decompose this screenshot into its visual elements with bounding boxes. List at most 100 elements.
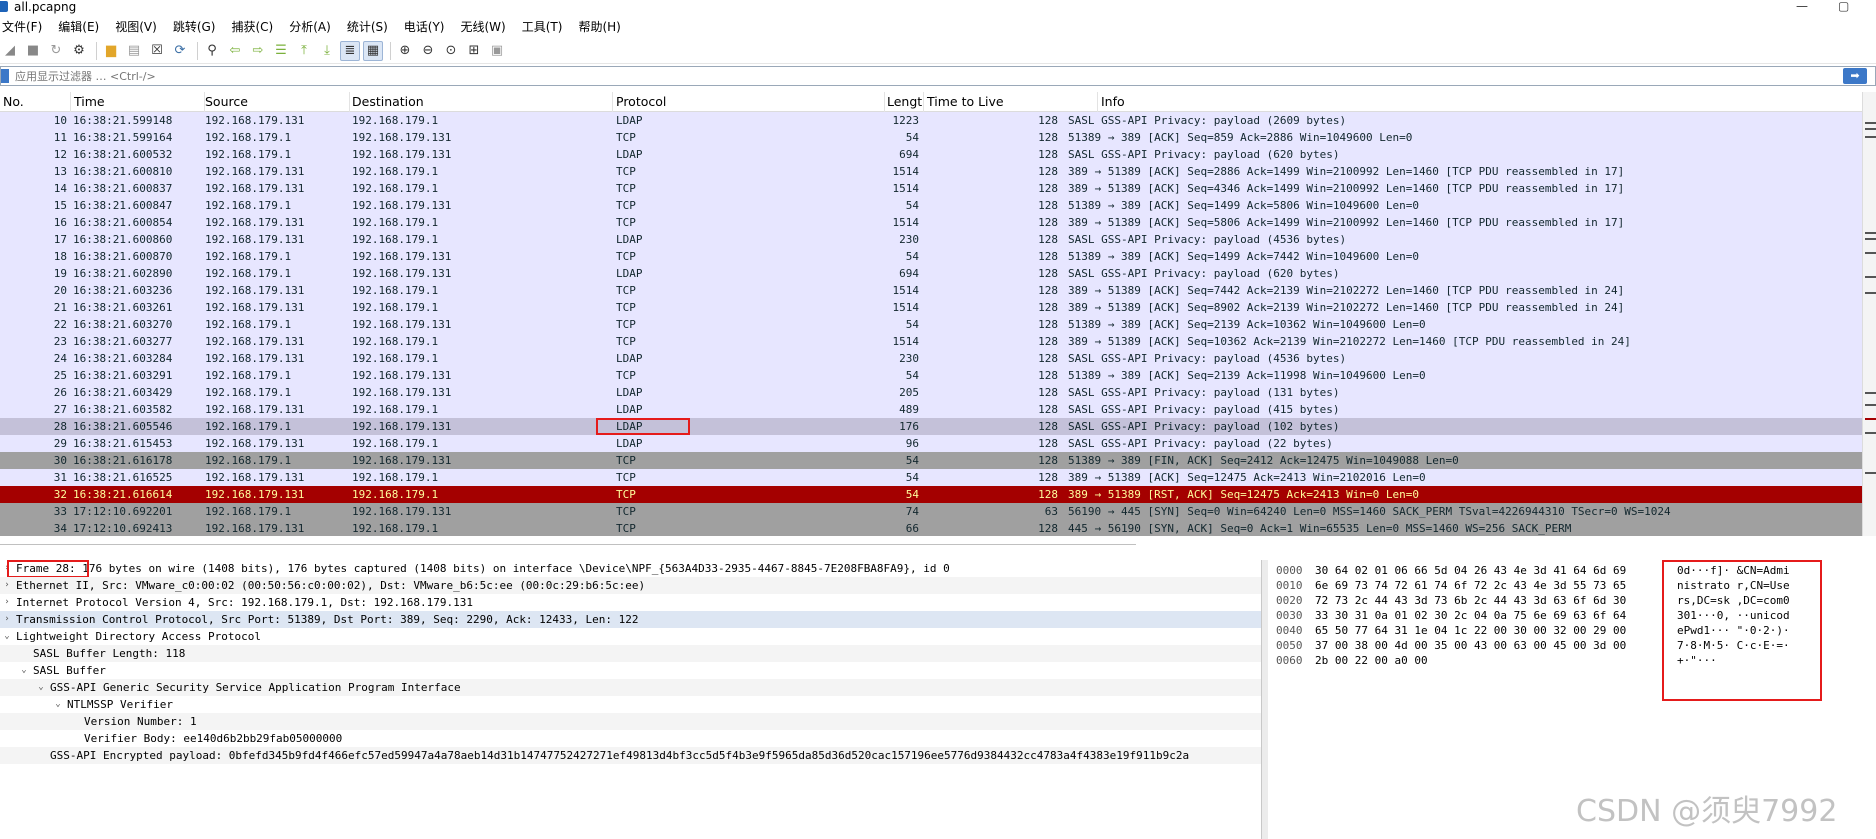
packet-row[interactable]: 30 16:38:21.616178 192.168.179.1 192.168.17… (0, 452, 1862, 469)
restart-capture-icon[interactable]: ↻ (46, 41, 66, 61)
apply-filter-button[interactable]: ➡ (1843, 68, 1867, 84)
menu-help[interactable]: 帮助(H) (578, 17, 628, 37)
menu-analyze[interactable]: 分析(A) (289, 17, 339, 37)
collapse-arrow-icon[interactable]: › (2, 594, 12, 611)
packet-row[interactable]: 26 16:38:21.603429 192.168.179.1 192.168.17… (0, 384, 1862, 401)
hex-dump-row[interactable]: 0060 2b 00 22 00 a0 00 +·"··· (1268, 653, 1876, 668)
save-file-icon[interactable]: ▤ (124, 41, 144, 61)
menu-telephony[interactable]: 电话(Y) (404, 17, 453, 37)
packet-row[interactable]: 15 16:38:21.600847 192.168.179.1 192.168.17… (0, 197, 1862, 214)
column-header-destination[interactable]: Destination (349, 92, 613, 112)
menu-file[interactable]: 文件(F) (2, 17, 50, 37)
column-header-no[interactable]: No. (0, 92, 71, 112)
autoscroll-icon[interactable]: ≣ (340, 40, 360, 61)
hex-dump-row[interactable]: 0000 30 64 02 01 06 66 5d 04 26 43 4e 3d … (1268, 563, 1876, 578)
packet-row[interactable]: 31 16:38:21.616525 192.168.179.131 192.168.… (0, 469, 1862, 486)
collapse-arrow-icon[interactable]: › (2, 577, 12, 594)
detail-tree-item[interactable]: ⌄ GSS-API Generic Security Service Applic… (0, 679, 1261, 696)
detail-tree-item[interactable]: ⌄ NTLMSSP Verifier (0, 696, 1261, 713)
packet-row[interactable]: 21 16:38:21.603261 192.168.179.131 192.168.… (0, 299, 1862, 316)
menu-edit[interactable]: 编辑(E) (58, 17, 107, 37)
column-header-source[interactable]: Source (202, 92, 350, 112)
detail-tree-item[interactable]: Verifier Body: ee140d6b2bb29fab05000000 (0, 730, 1261, 747)
menu-go[interactable]: 跳转(G) (173, 17, 224, 37)
zoom-normal-icon[interactable]: ⊙ (441, 41, 461, 61)
title-bar: all.pcapng — ▢ (0, 0, 1876, 16)
hex-dump-row[interactable]: 0020 72 73 2c 44 43 3d 73 6b 2c 44 43 3d … (1268, 593, 1876, 608)
capture-options-icon[interactable]: ⚙ (69, 41, 89, 61)
detail-tree-item[interactable]: GSS-API Encrypted payload: 0bfefd345b9fd… (0, 747, 1261, 764)
expand-arrow-icon[interactable]: ⌄ (19, 662, 29, 679)
packet-row[interactable]: 14 16:38:21.600837 192.168.179.131 192.168.… (0, 180, 1862, 197)
packet-row[interactable]: 27 16:38:21.603582 192.168.179.131 192.168.… (0, 401, 1862, 418)
packet-row[interactable]: 11 16:38:21.599164 192.168.179.1 192.168.17… (0, 129, 1862, 146)
packet-row[interactable]: 32 16:38:21.616614 192.168.179.131 192.168.… (0, 486, 1862, 503)
collapse-arrow-icon[interactable]: › (2, 611, 12, 628)
packet-list-scrollbar[interactable] (1862, 92, 1876, 536)
zoom-in-icon[interactable]: ⊕ (395, 41, 415, 61)
packet-row[interactable]: 33 17:12:10.692201 192.168.179.1 192.168.17… (0, 503, 1862, 520)
last-packet-icon[interactable]: ⤓ (317, 41, 337, 61)
first-packet-icon[interactable]: ⤒ (294, 41, 314, 61)
expand-arrow-icon[interactable]: ⌄ (2, 628, 12, 645)
packet-row[interactable]: 34 17:12:10.692413 192.168.179.131 192.168.… (0, 520, 1862, 536)
hex-dump-row[interactable]: 0030 33 30 31 0a 01 02 30 2c 04 0a 75 6e … (1268, 608, 1876, 623)
detail-tree-item[interactable]: › Ethernet II, Src: VMware_c0:00:02 (00:5… (0, 577, 1261, 594)
hex-dump-row[interactable]: 0040 65 50 77 64 31 1e 04 1c 22 00 30 00 … (1268, 623, 1876, 638)
menu-tools[interactable]: 工具(T) (522, 17, 571, 37)
packet-row[interactable]: 12 16:38:21.600532 192.168.179.1 192.168.17… (0, 146, 1862, 163)
packet-row[interactable]: 22 16:38:21.603270 192.168.179.1 192.168.17… (0, 316, 1862, 333)
column-header-info[interactable]: Info (1098, 92, 1862, 112)
colorize-icon[interactable]: ▦ (363, 40, 383, 61)
packet-row[interactable]: 13 16:38:21.600810 192.168.179.131 192.168.… (0, 163, 1862, 180)
detail-tree-item[interactable]: › Transmission Control Protocol, Src Port… (0, 611, 1261, 628)
packet-row[interactable]: 29 16:38:21.615453 192.168.179.131 192.168.… (0, 435, 1862, 452)
column-header-protocol[interactable]: Protocol (613, 92, 885, 112)
packet-row[interactable]: 28 16:38:21.605546 192.168.179.1 192.168.17… (0, 418, 1862, 435)
packet-row[interactable]: 10 16:38:21.599148 192.168.179.131 192.168.… (0, 112, 1862, 129)
display-filter-input[interactable] (15, 68, 1815, 84)
column-header-length[interactable]: Lengt (884, 92, 924, 112)
packet-row[interactable]: 20 16:38:21.603236 192.168.179.131 192.168.… (0, 282, 1862, 299)
reload-file-icon[interactable]: ⟳ (170, 41, 190, 61)
detail-tree-item[interactable]: ⌄ SASL Buffer (0, 662, 1261, 679)
packet-row[interactable]: 19 16:38:21.602890 192.168.179.1 192.168.17… (0, 265, 1862, 282)
packet-row[interactable]: 17 16:38:21.600860 192.168.179.131 192.168.… (0, 231, 1862, 248)
minimize-button[interactable]: — (1796, 0, 1808, 13)
maximize-button[interactable]: ▢ (1838, 0, 1849, 13)
hex-dump-row[interactable]: 0010 6e 69 73 74 72 61 74 6f 72 2c 43 4e … (1268, 578, 1876, 593)
detail-tree-item[interactable]: SASL Buffer Length: 118 (0, 645, 1261, 662)
zoom-out-icon[interactable]: ⊖ (418, 41, 438, 61)
detail-tree-item[interactable]: › Frame 28: 176 bytes on wire (1408 bits)… (0, 560, 1261, 578)
detail-tree-item[interactable]: Version Number: 1 (0, 713, 1261, 730)
go-forward-icon[interactable]: ⇨ (248, 41, 268, 61)
menu-view[interactable]: 视图(V) (115, 17, 165, 37)
menu-statistics[interactable]: 统计(S) (347, 17, 396, 37)
find-packet-icon[interactable]: ⚲ (202, 41, 222, 61)
packet-row[interactable]: 24 16:38:21.603284 192.168.179.131 192.168.… (0, 350, 1862, 367)
go-to-packet-icon[interactable]: ☰ (271, 41, 291, 61)
pane-splitter[interactable] (0, 540, 1876, 558)
layout-icon[interactable]: ▣ (487, 41, 507, 61)
packet-row[interactable]: 16 16:38:21.600854 192.168.179.131 192.168.… (0, 214, 1862, 231)
hex-dump-row[interactable]: 0050 37 00 38 00 4d 00 35 00 43 00 63 00 … (1268, 638, 1876, 653)
open-file-icon[interactable]: ▆ (101, 41, 121, 61)
stop-capture-icon[interactable]: ■ (23, 41, 43, 61)
packet-row[interactable]: 18 16:38:21.600870 192.168.179.1 192.168.17… (0, 248, 1862, 265)
close-file-icon[interactable]: ☒ (147, 41, 167, 61)
filter-bookmark-icon[interactable] (1, 69, 9, 83)
menu-wireless[interactable]: 无线(W) (461, 17, 514, 37)
go-back-icon[interactable]: ⇦ (225, 41, 245, 61)
column-header-ttl[interactable]: Time to Live (924, 92, 1098, 112)
column-header-time[interactable]: Time (71, 92, 205, 112)
resize-columns-icon[interactable]: ⊞ (464, 41, 484, 61)
detail-tree-item[interactable]: › Internet Protocol Version 4, Src: 192.1… (0, 594, 1261, 611)
expand-arrow-icon[interactable]: ⌄ (53, 696, 63, 713)
menu-capture[interactable]: 捕获(C) (231, 17, 281, 37)
packet-time: 16:38:21.600847 (73, 199, 173, 212)
start-capture-icon[interactable]: ◢ (0, 41, 20, 61)
packet-row[interactable]: 23 16:38:21.603277 192.168.179.131 192.168.… (0, 333, 1862, 350)
expand-arrow-icon[interactable]: ⌄ (36, 679, 46, 696)
detail-tree-item[interactable]: ⌄ Lightweight Directory Access Protocol (0, 628, 1261, 645)
packet-row[interactable]: 25 16:38:21.603291 192.168.179.1 192.168.17… (0, 367, 1862, 384)
